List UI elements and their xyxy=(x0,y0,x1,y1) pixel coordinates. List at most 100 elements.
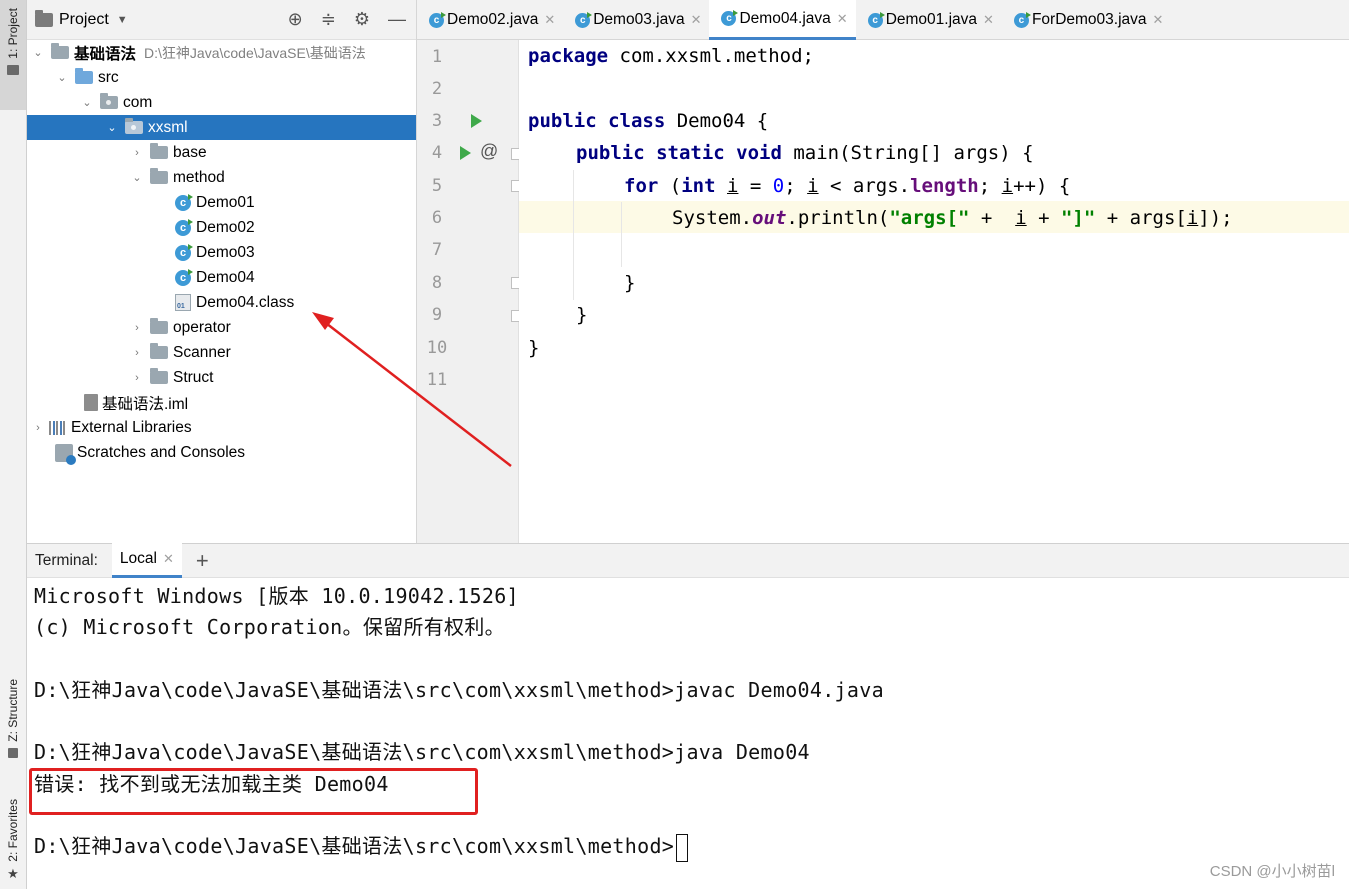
chevron-right-icon[interactable]: › xyxy=(130,322,144,334)
variable: i xyxy=(807,175,819,197)
editor-gutter: 1 2 3 4 5 6 7 8 9 10 11 @ xyxy=(417,40,523,543)
chevron-right-icon[interactable]: › xyxy=(31,422,45,434)
java-class-icon: c xyxy=(721,10,739,26)
package-icon xyxy=(150,143,168,159)
tree-item-scanner[interactable]: › Scanner xyxy=(27,340,416,365)
chevron-right-icon[interactable]: › xyxy=(130,347,144,359)
tab-fordemo03[interactable]: c ForDemo03.java ✕ xyxy=(1002,0,1171,40)
line-number: 8 xyxy=(431,273,443,293)
tree-item-xxsml[interactable]: ⌄ xxsml xyxy=(27,115,416,140)
code-line-3: public class Demo04 { xyxy=(528,105,768,137)
terminal-output[interactable]: Microsoft Windows [版本 10.0.19042.1526] (… xyxy=(27,578,1349,889)
tab-demo03[interactable]: c Demo03.java ✕ xyxy=(563,0,709,40)
terminal-tab-local[interactable]: Local ✕ xyxy=(111,543,182,578)
locate-icon[interactable]: ⊕ xyxy=(288,9,303,30)
tree-item-label: Demo04 xyxy=(196,268,255,286)
close-icon[interactable]: ✕ xyxy=(691,12,702,28)
code-text: System. xyxy=(672,207,753,229)
tree-item-label: Demo02 xyxy=(196,218,255,236)
tree-item-demo03[interactable]: c Demo03 xyxy=(27,240,416,265)
tree-item-demo02[interactable]: c Demo02 xyxy=(27,215,416,240)
tree-item-demo04-class[interactable]: 01 Demo04.class xyxy=(27,290,416,315)
tab-label: Demo03.java xyxy=(593,11,685,28)
tab-demo01[interactable]: c Demo01.java ✕ xyxy=(856,0,1002,40)
left-tool-strip: 1: Project Z: Structure 2: Favorites ★ xyxy=(0,0,27,889)
favorites-tool-tab[interactable]: 2: Favorites ★ xyxy=(0,795,26,889)
tree-item-label: com xyxy=(123,93,153,111)
iml-file-icon xyxy=(84,394,98,411)
tree-item-operator[interactable]: › operator xyxy=(27,315,416,340)
chevron-right-icon[interactable]: › xyxy=(130,372,144,384)
chevron-right-icon[interactable]: › xyxy=(130,147,144,159)
code-text: + xyxy=(969,207,1016,229)
tab-demo04[interactable]: c Demo04.java ✕ xyxy=(709,0,856,40)
chevron-down-icon[interactable]: ⌄ xyxy=(130,171,144,184)
java-class-icon: c xyxy=(175,218,193,236)
tree-item-label: 基础语法 xyxy=(74,45,137,63)
code-text: Demo04 { xyxy=(665,110,769,132)
tab-label: Demo01.java xyxy=(885,11,978,28)
code-line-9: } xyxy=(576,299,587,331)
tree-item-method[interactable]: ⌄ method xyxy=(27,165,416,190)
tree-item-iml[interactable]: 基础语法.iml xyxy=(27,390,416,415)
collapse-all-icon[interactable]: ≑ xyxy=(321,9,336,30)
source-folder-icon xyxy=(75,68,93,84)
close-icon[interactable]: ✕ xyxy=(837,11,848,27)
close-icon[interactable]: ✕ xyxy=(1153,12,1164,28)
hide-panel-icon[interactable]: — xyxy=(388,9,406,30)
tree-item-label: method xyxy=(173,168,225,186)
tree-item-label: xxsml xyxy=(148,118,188,136)
tab-demo02[interactable]: c Demo02.java ✕ xyxy=(417,0,563,40)
chevron-down-icon[interactable]: ⌄ xyxy=(55,71,69,84)
java-class-icon: c xyxy=(575,11,593,28)
run-main-icon[interactable] xyxy=(460,146,471,160)
code-text: } xyxy=(576,304,588,326)
terminal-header: Terminal: Local ✕ + xyxy=(27,543,1349,578)
java-class-icon: c xyxy=(429,11,446,28)
project-view-selector[interactable]: Project xyxy=(59,11,109,29)
close-icon[interactable]: ✕ xyxy=(163,551,174,567)
close-icon[interactable]: ✕ xyxy=(983,12,994,28)
tree-item-base[interactable]: › base xyxy=(27,140,416,165)
tree-item-com[interactable]: ⌄ com xyxy=(27,90,416,115)
code-text: ; xyxy=(784,175,808,197)
terminal-line: Microsoft Windows [版本 10.0.19042.1526] xyxy=(34,584,519,608)
tree-item-demo01[interactable]: c Demo01 xyxy=(27,190,416,215)
project-panel-header: Project ▼ ⊕ ≑ ⚙ — xyxy=(27,0,416,40)
tree-item-demo04[interactable]: c Demo04 xyxy=(27,265,416,290)
line-number: 11 xyxy=(426,370,448,390)
class-file-icon: 01 xyxy=(175,294,191,311)
tree-item-external-libraries[interactable]: › External Libraries xyxy=(27,415,416,440)
code-text: ]); xyxy=(1198,207,1233,229)
tree-item-struct[interactable]: › Struct xyxy=(27,365,416,390)
variable: i xyxy=(727,175,739,197)
terminal-cursor xyxy=(676,833,689,862)
structure-tool-tab-label: Z: Structure xyxy=(6,679,20,742)
tree-item-label: Struct xyxy=(173,368,214,386)
chevron-down-icon[interactable]: ⌄ xyxy=(105,121,119,134)
close-icon[interactable]: ✕ xyxy=(544,12,555,28)
keyword: public class xyxy=(528,110,666,132)
java-class-icon: c xyxy=(175,243,193,261)
tree-item-project-root[interactable]: ⌄ 基础语法 D:\狂神Java\code\JavaSE\基础语法 xyxy=(27,40,416,65)
chevron-down-icon[interactable]: ⌄ xyxy=(31,46,45,59)
chevron-down-icon[interactable]: ⌄ xyxy=(80,96,94,109)
terminal-line: D:\狂神Java\code\JavaSE\基础语法\src\com\xxsml… xyxy=(34,678,884,702)
run-class-icon[interactable] xyxy=(471,114,482,128)
editor-tab-bar: c Demo02.java ✕ c Demo03.java ✕ c Demo04… xyxy=(417,0,1349,40)
line-number: 10 xyxy=(426,338,448,358)
library-icon xyxy=(49,420,67,435)
new-terminal-plus-icon[interactable]: + xyxy=(196,548,209,574)
structure-tool-tab[interactable]: Z: Structure xyxy=(0,675,26,780)
tree-item-label: 基础语法.iml xyxy=(102,395,189,413)
annotation-icon[interactable]: @ xyxy=(480,141,498,162)
tree-item-scratches[interactable]: Scratches and Consoles xyxy=(27,440,416,465)
code-editor[interactable]: package com.xxsml.method; public class D… xyxy=(519,40,1349,543)
gear-icon[interactable]: ⚙ xyxy=(354,9,370,30)
code-line-1: package com.xxsml.method; xyxy=(528,40,814,72)
line-number: 4 xyxy=(431,143,443,163)
tree-item-src[interactable]: ⌄ src xyxy=(27,65,416,90)
chevron-down-icon[interactable]: ▼ xyxy=(117,14,128,26)
terminal-line: D:\狂神Java\code\JavaSE\基础语法\src\com\xxsml… xyxy=(34,740,810,764)
project-tool-tab[interactable]: 1: Project xyxy=(0,0,26,110)
